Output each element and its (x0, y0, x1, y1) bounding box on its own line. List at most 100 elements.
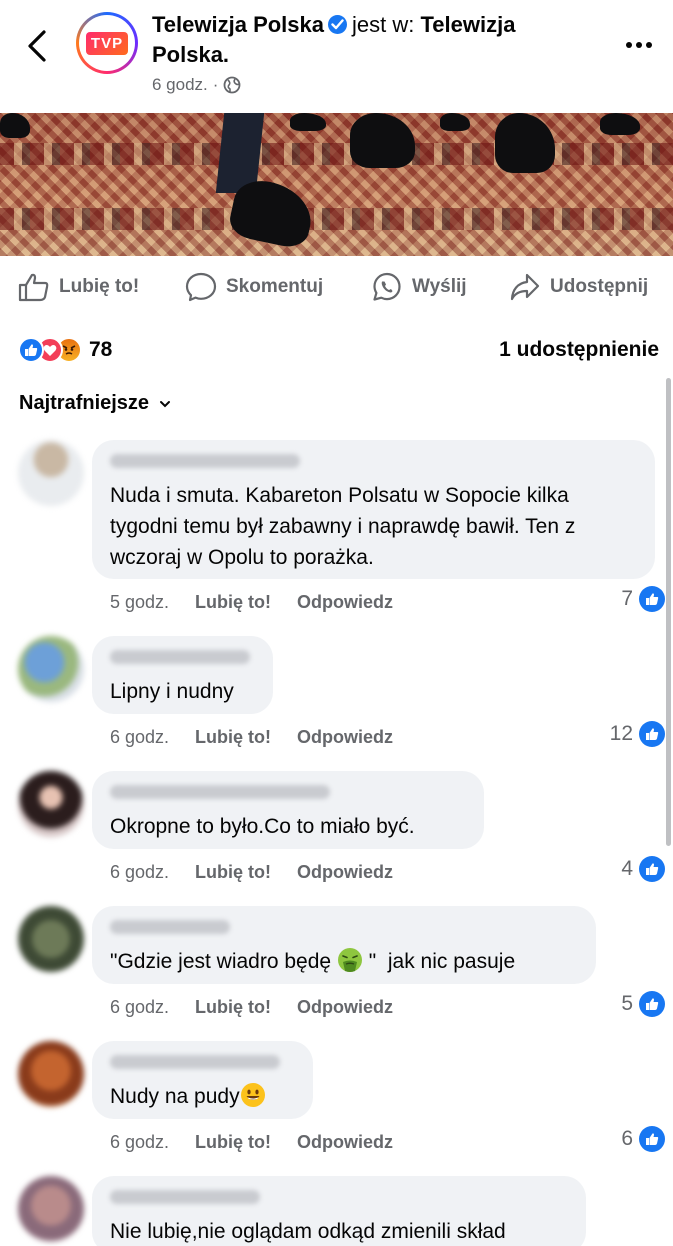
commenter-avatar[interactable] (18, 440, 84, 506)
scrollbar[interactable] (666, 378, 671, 846)
post-header: TVP Telewizja Polska jest w: Telewizja Po… (0, 0, 673, 113)
shoe-image-part (495, 113, 555, 173)
comment-text: Nudy na pudy (110, 1081, 295, 1112)
comment-like-button[interactable]: Lubię to! (195, 592, 271, 613)
globe-icon (224, 76, 241, 94)
shoe-image-part (226, 175, 318, 251)
page-name[interactable]: Telewizja Polska (152, 12, 324, 37)
comment-time[interactable]: 6 godz. (110, 727, 169, 748)
comment-like-button[interactable]: Lubię to! (195, 862, 271, 883)
comment-time[interactable]: 6 godz. (110, 997, 169, 1018)
commenter-name-blurred[interactable] (110, 785, 330, 799)
comment-time[interactable]: 6 godz. (110, 1132, 169, 1153)
commenter-avatar[interactable] (18, 1041, 84, 1107)
post-time[interactable]: 6 godz. (152, 75, 208, 95)
comment-bubble[interactable]: "Gdzie jest wiadro będę " jak nic pasuje (92, 906, 596, 984)
reactions-summary[interactable]: 78 (18, 333, 112, 367)
comment-text-part: Nudy na pudy (110, 1085, 240, 1108)
whatsapp-icon (373, 272, 401, 301)
comment-sort-dropdown[interactable]: Najtrafniejsze (19, 392, 171, 415)
comment-reply-button[interactable]: Odpowiedz (297, 862, 393, 883)
comment-bubble[interactable]: Nuda i smuta. Kabareton Polsatu w Sopoci… (92, 440, 655, 579)
share-label: Udostępnij (550, 276, 649, 297)
like-badge-icon (639, 721, 665, 747)
commenter-avatar[interactable] (18, 906, 84, 972)
comment-reply-button[interactable]: Odpowiedz (297, 1132, 393, 1153)
commenter-avatar[interactable] (18, 1176, 84, 1242)
like-count: 6 (621, 1127, 633, 1150)
comment-like-button[interactable]: Lubię to! (195, 727, 271, 748)
commenter-avatar[interactable] (18, 771, 84, 837)
comment-bubble[interactable]: Lipny i nudny (92, 636, 273, 714)
like-button[interactable]: Lubię to! (18, 256, 139, 318)
comment-like-button[interactable]: Lubię to! (195, 1132, 271, 1153)
comment-button[interactable]: Skomentuj (185, 256, 323, 318)
shoe-image-part (440, 113, 470, 131)
like-badge-icon (639, 586, 665, 612)
like-count: 7 (621, 587, 633, 610)
commenter-name-blurred[interactable] (110, 1190, 260, 1204)
chevron-left-icon (28, 30, 46, 62)
comment-like-count[interactable]: 6 (621, 1126, 665, 1152)
commenter-name-blurred[interactable] (110, 1055, 280, 1069)
post-meta: 6 godz. · (152, 75, 241, 95)
dot-icon (636, 42, 642, 48)
nauseated-face-emoji-icon (337, 947, 363, 973)
comment-like-button[interactable]: Lubię to! (195, 997, 271, 1018)
comment-text: Okropne to było.Co to miało być. (110, 815, 415, 838)
commenter-name-blurred[interactable] (110, 920, 230, 934)
shoe-image-part (0, 113, 30, 138)
dot-icon (626, 42, 632, 48)
shares-count[interactable]: 1 udostępnienie (499, 338, 659, 362)
back-button[interactable] (20, 26, 54, 66)
comment-reply-button[interactable]: Odpowiedz (297, 997, 393, 1018)
post-actions-bar: Lubię to! Skomentuj Wyślij Udostępnij (0, 256, 673, 318)
comment-reply-button[interactable]: Odpowiedz (297, 727, 393, 748)
commenter-name-blurred[interactable] (110, 650, 250, 664)
comment-text: Nie lubię,nie oglądam odkąd zmienili skł… (110, 1220, 506, 1243)
more-options-button[interactable] (621, 30, 657, 60)
comment-text: Nuda i smuta. Kabareton Polsatu w Sopoci… (110, 484, 582, 569)
tvp-logo: TVP (85, 31, 129, 55)
comment-text-part: " jak nic pasuje (362, 950, 516, 973)
shoe-image-part (350, 113, 415, 168)
comment-time[interactable]: 6 godz. (110, 862, 169, 883)
like-badge-icon (639, 1126, 665, 1152)
post-title: Telewizja Polska jest w: Telewizja Polska… (152, 10, 592, 70)
rug-pattern (0, 208, 673, 230)
send-whatsapp-button[interactable]: Wyślij (371, 256, 467, 318)
comment-bubble[interactable]: Nie lubię,nie oglądam odkąd zmienili skł… (92, 1176, 586, 1246)
comment-reply-button[interactable]: Odpowiedz (297, 592, 393, 613)
dot-icon (646, 42, 652, 48)
send-label: Wyślij (412, 276, 467, 297)
commenter-name-blurred[interactable] (110, 454, 300, 468)
meta-separator: · (212, 75, 219, 94)
like-label: Lubię to! (59, 276, 140, 297)
comment-meta: 6 godz. Lubię to! Odpowiedz (110, 997, 393, 1018)
page-avatar[interactable]: TVP (76, 12, 138, 74)
comment-meta: 6 godz. Lubię to! Odpowiedz (110, 862, 393, 883)
comment-meta: 5 godz. Lubię to! Odpowiedz (110, 592, 393, 613)
like-count: 4 (621, 857, 633, 880)
thumbs-up-icon (18, 273, 49, 302)
comment-meta: 6 godz. Lubię to! Odpowiedz (110, 727, 393, 748)
comment-label: Skomentuj (226, 276, 324, 297)
comment-like-count[interactable]: 7 (621, 586, 665, 612)
comment-bubble-icon (185, 272, 217, 302)
is-at-text: jest w: (352, 12, 415, 37)
chevron-down-icon (160, 400, 171, 407)
comment-bubble[interactable]: Nudy na pudy (92, 1041, 313, 1119)
like-badge-icon (639, 991, 665, 1017)
comment-like-count[interactable]: 4 (621, 856, 665, 882)
comment-like-count[interactable]: 12 (610, 721, 665, 747)
reaction-count: 78 (89, 338, 113, 361)
comment-bubble[interactable]: Okropne to było.Co to miało być. (92, 771, 484, 849)
post-image[interactable] (0, 113, 673, 256)
comment-time[interactable]: 5 godz. (110, 592, 169, 613)
like-count: 12 (609, 722, 633, 745)
commenter-avatar[interactable] (18, 636, 84, 702)
share-button[interactable]: Udostępnij (509, 256, 648, 318)
comment-like-count[interactable]: 5 (621, 991, 665, 1017)
comment-text: Lipny i nudny (110, 680, 234, 703)
like-reaction-icon (18, 337, 44, 363)
